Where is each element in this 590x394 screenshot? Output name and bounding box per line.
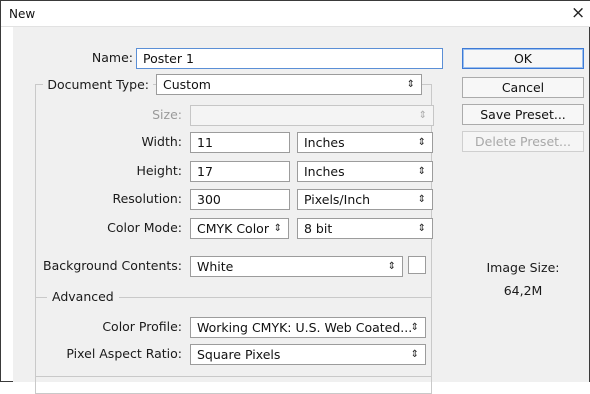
background-contents-value: White xyxy=(197,259,234,274)
height-input[interactable]: 17 xyxy=(190,161,290,182)
title-bar: New × xyxy=(1,1,590,27)
name-label: Name: xyxy=(91,50,133,65)
save-preset-button[interactable]: Save Preset... xyxy=(462,104,584,125)
resolution-unit-value: Pixels/Inch xyxy=(304,192,371,207)
resolution-label: Resolution: xyxy=(112,191,182,206)
bit-depth-dropdown[interactable]: 8 bit ⇕ xyxy=(297,218,433,239)
bit-depth-value: 8 bit xyxy=(304,221,333,236)
height-unit-dropdown[interactable]: Inches ⇕ xyxy=(297,161,433,182)
updown-arrows-icon: ⇕ xyxy=(410,322,419,333)
color-mode-value: CMYK Color xyxy=(197,221,269,236)
width-value: 11 xyxy=(197,135,213,150)
delete-preset-button: Delete Preset... xyxy=(462,131,584,152)
updown-arrows-icon: ⇕ xyxy=(418,110,427,121)
background-contents-label: Background Contents: xyxy=(43,258,182,273)
image-size-label: Image Size: xyxy=(486,260,560,275)
height-value: 17 xyxy=(197,164,213,179)
resolution-input[interactable]: 300 xyxy=(190,189,290,210)
updown-arrows-icon: ⇕ xyxy=(273,223,282,234)
document-type-value: Custom xyxy=(163,77,211,92)
background-contents-dropdown[interactable]: White ⇕ xyxy=(190,256,403,277)
width-label: Width: xyxy=(141,134,182,149)
updown-arrows-icon: ⇕ xyxy=(417,194,426,205)
color-profile-value: Working CMYK: U.S. Web Coated... xyxy=(197,320,413,335)
pixel-aspect-ratio-label: Pixel Aspect Ratio: xyxy=(66,346,182,361)
updown-arrows-icon: ⇕ xyxy=(417,166,426,177)
updown-arrows-icon: ⇕ xyxy=(406,79,415,90)
document-type-label: Document Type: xyxy=(43,77,153,92)
height-label: Height: xyxy=(136,163,182,178)
pixel-aspect-ratio-dropdown[interactable]: Square Pixels ⇕ xyxy=(190,344,426,365)
background-color-swatch[interactable] xyxy=(408,256,426,274)
name-input[interactable]: Poster 1 xyxy=(136,48,443,69)
color-profile-label: Color Profile: xyxy=(102,319,182,334)
name-value: Poster 1 xyxy=(143,51,194,66)
document-type-dropdown[interactable]: Custom ⇕ xyxy=(156,74,422,95)
width-unit-dropdown[interactable]: Inches ⇕ xyxy=(297,132,433,153)
resolution-value: 300 xyxy=(197,192,221,207)
dialog-title: New xyxy=(9,7,36,21)
color-mode-dropdown[interactable]: CMYK Color ⇕ xyxy=(190,218,289,239)
updown-arrows-icon: ⇕ xyxy=(417,137,426,148)
color-mode-label: Color Mode: xyxy=(107,220,182,235)
width-input[interactable]: 11 xyxy=(190,132,290,153)
dialog-body: Name: Poster 1 Document Type: Custom ⇕ S… xyxy=(13,27,589,394)
color-profile-dropdown[interactable]: Working CMYK: U.S. Web Coated... ⇕ xyxy=(190,317,426,338)
updown-arrows-icon: ⇕ xyxy=(410,349,419,360)
size-label: Size: xyxy=(152,107,182,122)
close-icon[interactable]: × xyxy=(571,3,585,23)
ok-button[interactable]: OK xyxy=(462,48,584,69)
image-size-value: 64,2M xyxy=(503,283,543,298)
advanced-legend: Advanced xyxy=(47,289,119,304)
updown-arrows-icon: ⇕ xyxy=(387,261,396,272)
height-unit-value: Inches xyxy=(304,164,345,179)
pixel-aspect-ratio-value: Square Pixels xyxy=(197,347,281,362)
updown-arrows-icon: ⇕ xyxy=(417,223,426,234)
size-dropdown: ⇕ xyxy=(190,105,434,126)
width-unit-value: Inches xyxy=(304,135,345,150)
cancel-button[interactable]: Cancel xyxy=(462,77,584,98)
resolution-unit-dropdown[interactable]: Pixels/Inch ⇕ xyxy=(297,189,433,210)
